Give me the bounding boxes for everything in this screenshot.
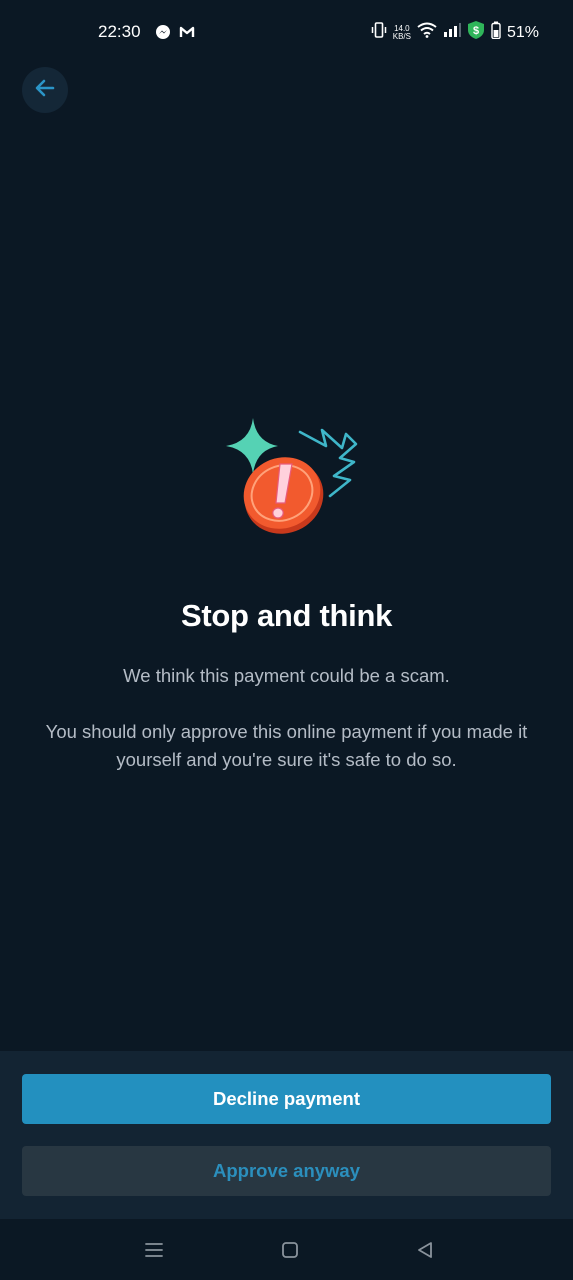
wifi-icon — [417, 22, 437, 43]
page-title: Stop and think — [180, 598, 393, 633]
netspeed-unit: KB/S — [392, 31, 411, 41]
arrow-left-icon — [33, 76, 57, 105]
screen: 22:30 14.0 KB/S $ 51% Stop and think We … — [0, 0, 573, 1280]
svg-text:$: $ — [473, 25, 479, 37]
messenger-icon — [155, 24, 171, 40]
battery-icon — [491, 21, 501, 44]
action-area: Decline payment Approve anyway — [0, 1051, 573, 1219]
netspeed: 14.0 KB/S — [392, 24, 411, 41]
home-icon[interactable] — [279, 1239, 301, 1261]
shield-dollar-icon: $ — [467, 20, 485, 45]
scam-message: We think this payment could be a scam. — [123, 665, 450, 686]
status-right: 14.0 KB/S $ 51% — [371, 20, 539, 45]
signal-icon — [443, 23, 461, 42]
status-bar: 22:30 14.0 KB/S $ 51% — [0, 0, 573, 64]
recents-icon[interactable] — [143, 1239, 165, 1261]
status-app-icons — [155, 24, 195, 40]
back-triangle-icon[interactable] — [414, 1239, 436, 1261]
battery-percent: 51% — [506, 23, 539, 41]
approve-advice-message: You should only approve this online paym… — [45, 721, 528, 770]
back-button[interactable] — [22, 67, 68, 113]
vibrate-icon — [371, 21, 387, 44]
approve-anyway-button[interactable]: Approve anyway — [22, 1146, 551, 1196]
decline-payment-button[interactable]: Decline payment — [22, 1074, 551, 1124]
warning-exclamation-icon — [218, 410, 363, 540]
gmail-icon — [179, 24, 195, 40]
status-time: 22:30 — [98, 22, 141, 41]
system-nav-bar — [0, 1219, 573, 1280]
